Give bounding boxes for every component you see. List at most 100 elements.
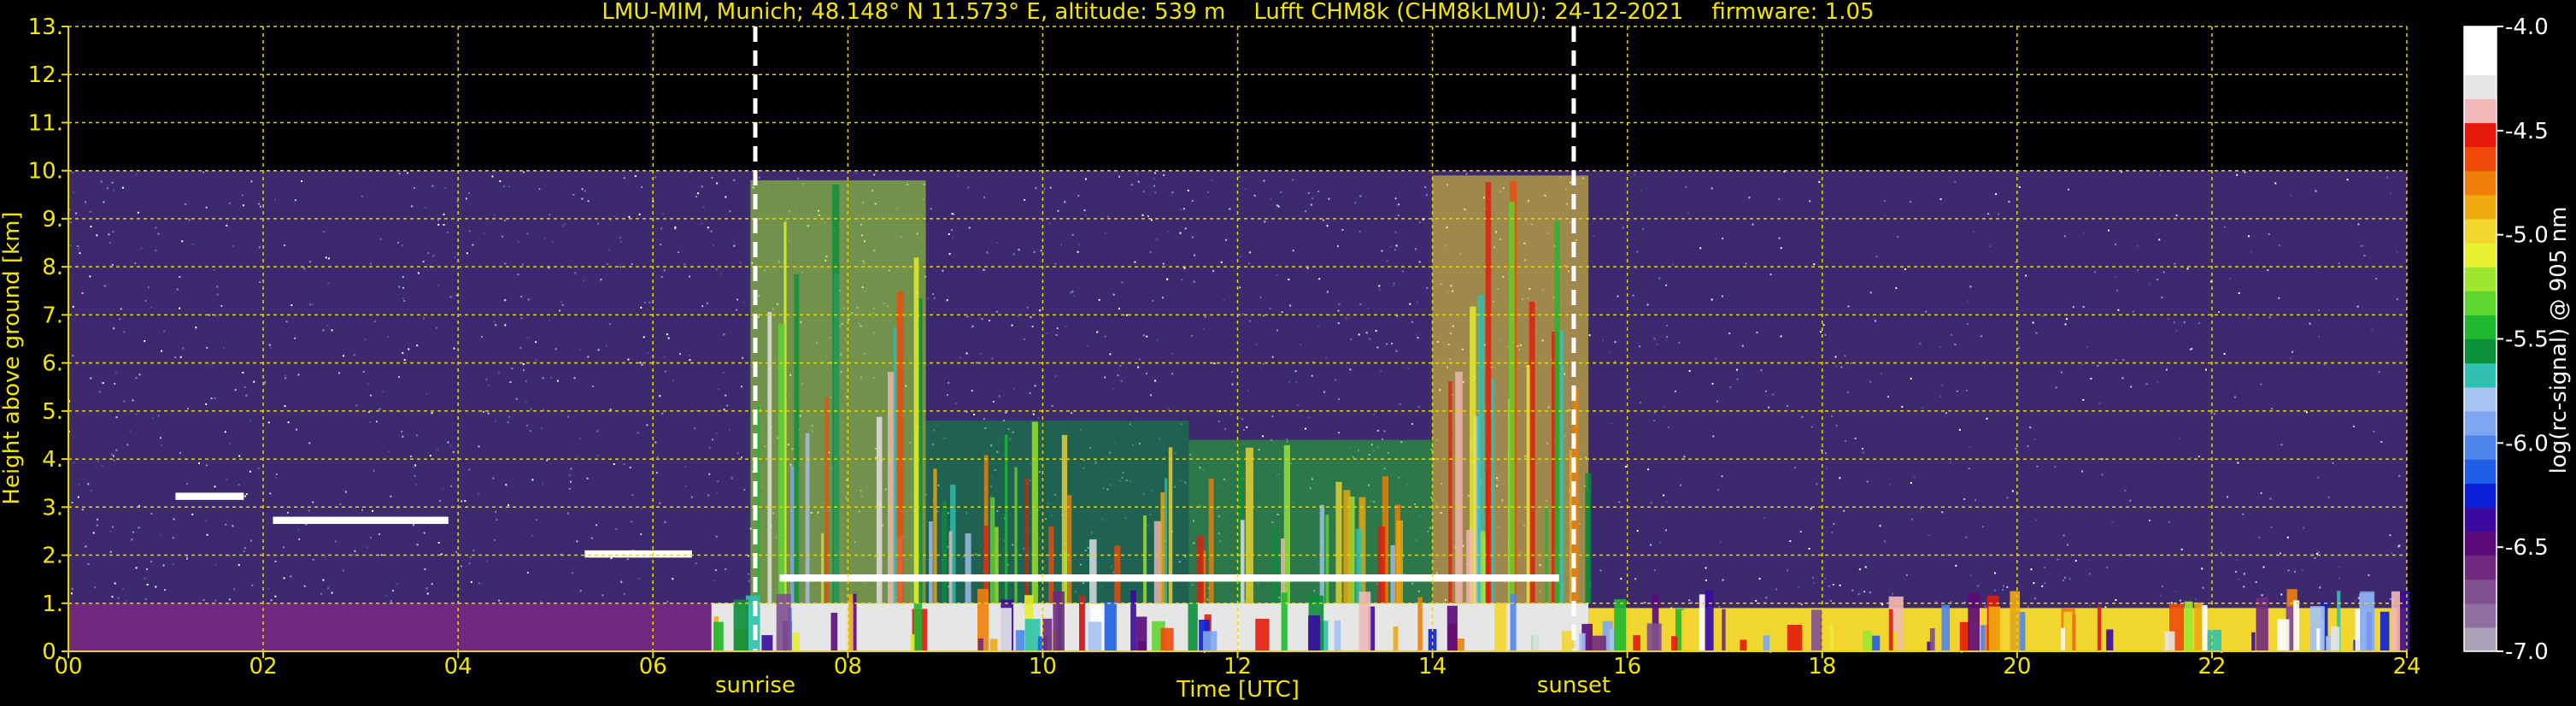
noise-speck bbox=[2317, 476, 2320, 479]
noise-speck bbox=[2106, 566, 2109, 568]
noise-speck bbox=[1939, 198, 1942, 200]
noise-speck bbox=[1167, 231, 1170, 233]
noise-speck bbox=[1825, 452, 1827, 455]
noise-speck bbox=[1809, 200, 1811, 203]
colorbar-segment bbox=[2464, 507, 2497, 532]
noise-speck bbox=[2338, 577, 2341, 580]
noise-speck bbox=[1212, 269, 1215, 272]
noise-speck bbox=[1888, 483, 1891, 485]
colorbar-tick-label: -6.5 bbox=[2505, 535, 2549, 561]
noise-speck bbox=[531, 479, 534, 481]
noise-speck bbox=[1863, 591, 1866, 593]
layer-streak bbox=[1988, 606, 2001, 651]
noise-speck bbox=[1012, 388, 1015, 391]
noise-speck bbox=[229, 442, 231, 444]
noise-speck bbox=[505, 484, 508, 486]
colorbar-segment bbox=[2464, 483, 2497, 508]
colorbar-tick-label: -4.5 bbox=[2505, 119, 2549, 144]
noise-speck bbox=[758, 176, 760, 179]
noise-speck bbox=[1719, 541, 1722, 544]
noise-speck bbox=[1869, 591, 1871, 594]
plume-streak bbox=[929, 521, 933, 603]
noise-speck bbox=[1391, 342, 1394, 344]
noise-speck bbox=[983, 418, 985, 421]
noise-speck bbox=[2267, 269, 2269, 272]
noise-speck bbox=[380, 554, 383, 556]
noise-speck bbox=[1716, 400, 1718, 403]
noise-speck bbox=[495, 510, 497, 513]
layer-streak bbox=[910, 633, 915, 651]
noise-speck bbox=[1202, 327, 1205, 330]
noise-speck bbox=[2244, 171, 2246, 174]
noise-speck bbox=[1969, 574, 1972, 577]
noise-speck bbox=[2006, 497, 2009, 499]
layer-streak bbox=[2106, 629, 2114, 651]
noise-speck bbox=[120, 308, 122, 310]
noise-speck bbox=[2175, 329, 2178, 332]
noise-speck bbox=[590, 537, 593, 539]
noise-speck bbox=[1051, 404, 1053, 407]
noise-speck bbox=[2086, 345, 2089, 348]
noise-speck bbox=[97, 518, 99, 521]
noise-speck bbox=[202, 599, 205, 601]
noise-speck bbox=[1179, 232, 1182, 234]
noise-speck bbox=[1854, 437, 1857, 439]
noise-speck bbox=[2035, 332, 2038, 334]
noise-speck bbox=[1078, 244, 1081, 246]
layer-streak bbox=[1334, 620, 1341, 651]
noise-speck bbox=[205, 464, 208, 467]
noise-speck bbox=[1687, 212, 1690, 215]
noise-speck bbox=[1376, 429, 1379, 432]
noise-speck bbox=[290, 304, 293, 307]
noise-speck bbox=[854, 173, 857, 174]
noise-speck bbox=[1729, 386, 1732, 389]
noise-speck bbox=[1663, 406, 1665, 409]
noise-speck bbox=[376, 421, 378, 423]
noise-speck bbox=[1765, 597, 1768, 599]
y-tick-label: 4. bbox=[42, 447, 63, 473]
noise-speck bbox=[427, 252, 430, 255]
noise-speck bbox=[216, 293, 219, 296]
plume-streak bbox=[1241, 520, 1245, 603]
noise-speck bbox=[1710, 298, 1713, 301]
noise-speck bbox=[123, 331, 126, 333]
noise-speck bbox=[432, 255, 435, 257]
noise-speck bbox=[1407, 368, 1410, 370]
noise-speck bbox=[401, 430, 403, 432]
noise-speck bbox=[160, 437, 162, 439]
noise-speck bbox=[559, 309, 560, 312]
plume-streak bbox=[1390, 545, 1396, 603]
noise-speck bbox=[1220, 261, 1223, 263]
noise-speck bbox=[1337, 245, 1339, 247]
noise-speck bbox=[150, 306, 153, 309]
noise-speck bbox=[2098, 403, 2101, 405]
noise-speck bbox=[431, 583, 433, 585]
noise-speck bbox=[1373, 414, 1376, 416]
noise-speck bbox=[464, 500, 466, 503]
noise-speck bbox=[979, 352, 982, 355]
noise-speck bbox=[1832, 584, 1834, 585]
noise-speck bbox=[244, 547, 246, 550]
noise-speck bbox=[1418, 221, 1421, 224]
noise-speck bbox=[468, 468, 471, 471]
noise-speck bbox=[926, 297, 929, 300]
layer-streak bbox=[2293, 600, 2300, 651]
noise-speck bbox=[72, 355, 74, 357]
noise-speck bbox=[397, 241, 400, 244]
noise-speck bbox=[1104, 232, 1106, 234]
noise-speck bbox=[492, 477, 495, 479]
noise-speck bbox=[129, 430, 132, 432]
noise-speck bbox=[1639, 402, 1641, 403]
noise-speck bbox=[2260, 383, 2262, 385]
noise-speck bbox=[1975, 499, 1977, 501]
noise-speck bbox=[198, 462, 200, 464]
noise-speck bbox=[2389, 534, 2391, 537]
noise-speck bbox=[1295, 381, 1298, 384]
plume-streak bbox=[824, 397, 829, 603]
noise-speck bbox=[1120, 379, 1123, 382]
noise-speck bbox=[932, 293, 935, 295]
noise-speck bbox=[2174, 262, 2176, 265]
noise-speck bbox=[613, 463, 615, 465]
noise-speck bbox=[2243, 585, 2245, 588]
layer-streak bbox=[1428, 629, 1437, 651]
